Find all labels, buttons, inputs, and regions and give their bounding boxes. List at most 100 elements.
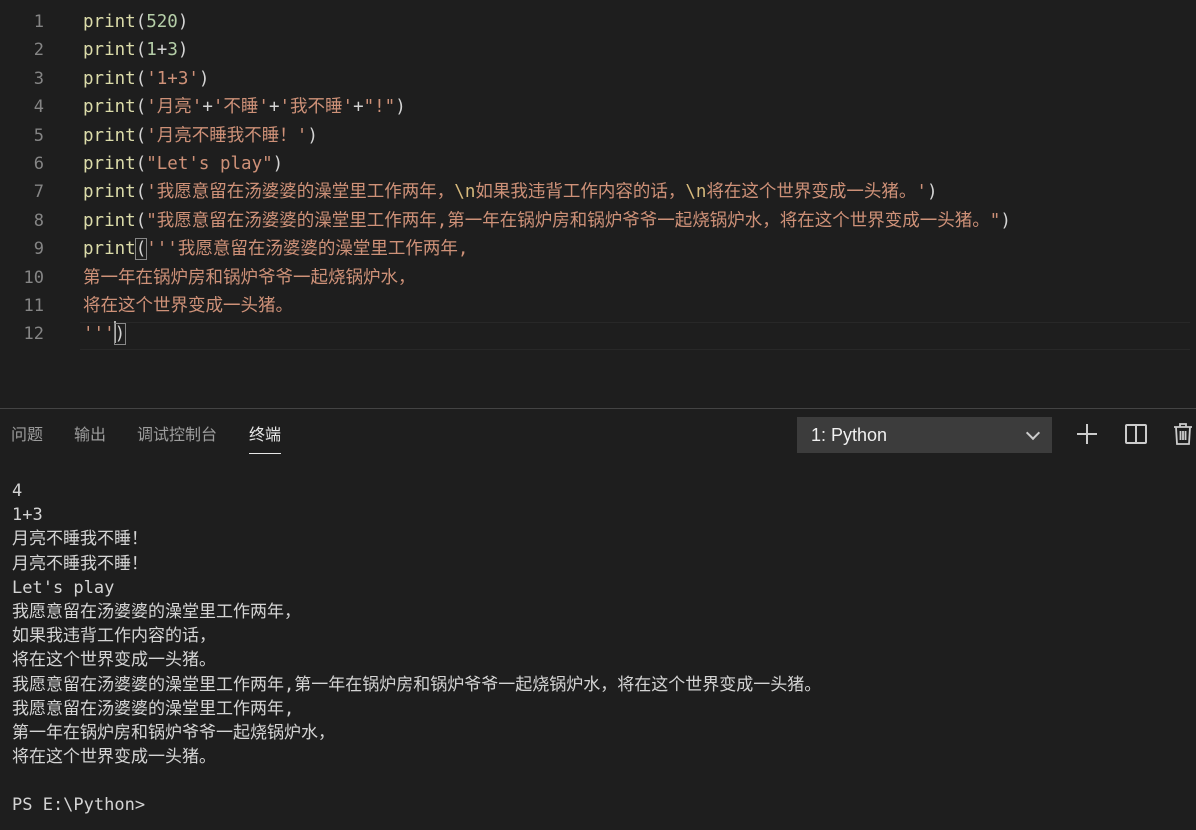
code-token: ( [135,97,147,118]
code-text: 第一年在锅炉房和锅炉爷爷一起烧锅炉水， [83,264,416,292]
code-line[interactable]: 12 ''') [0,320,1196,348]
code-editor[interactable]: 1 print(520) 2 print(1+3) 3 print('1+3') 4 prin… [0,0,1196,408]
code-text: print("Let's play") [83,150,283,178]
code-token: print [83,125,136,146]
code-line[interactable]: 11 将在这个世界变成一头猪。 [0,292,1196,320]
terminal-line: 第一年在锅炉房和锅炉爷爷一起烧锅炉水， [12,722,335,743]
code-text: print('1+3') [83,65,209,93]
line-number: 5 [33,125,44,146]
kill-terminal-icon[interactable] [1170,421,1196,447]
terminal-line: Let's play [12,577,115,598]
terminal-prompt: PS E:\Python> [12,795,146,816]
line-number: 3 [33,68,44,89]
code-token: '月亮不睡我不睡！' [146,125,308,146]
code-token: ( [135,68,147,89]
line-number: 6 [33,154,44,174]
split-terminal-icon[interactable] [1123,421,1149,447]
code-line[interactable]: 7 print('我愿意留在汤婆婆的澡堂里工作两年，\n如果我违背工作内容的话，\… [0,178,1196,206]
line-number: 1 [33,12,44,32]
code-token: ( [135,210,147,231]
code-token: print [83,12,136,32]
code-token: '我愿意留在汤婆婆的澡堂里工作两年， [146,182,455,203]
code-token: print [83,210,136,231]
line-number: 7 [33,182,44,203]
terminal-line: 月亮不睡我不睡！ [12,529,148,550]
code-text: print('月亮不睡我不睡！') [83,122,318,150]
code-line[interactable]: 1 print(520) [0,8,1196,36]
line-number: 9 [33,239,44,260]
code-token: print [83,239,136,260]
line-number: 4 [33,97,44,118]
code-token: 1 [146,40,157,61]
line-number: 12 [23,324,44,345]
line-number: 2 [33,40,44,61]
code-line[interactable]: 5 print('月亮不睡我不睡！') [0,122,1196,150]
code-token: 520 [146,12,178,32]
terminal-select-value: 1: Python [811,425,888,445]
code-token: 将在这个世界变成一头猪。 [83,296,293,316]
code-token: ''' [83,324,115,345]
code-token: 将在这个世界变成一头猪。' [706,182,927,203]
code-token: ( [135,125,147,146]
code-token: '不睡' [212,97,269,118]
code-token: '月亮' [146,97,203,118]
code-token: print [83,97,136,118]
line-number: 11 [23,296,44,316]
terminal-line: 4 [12,481,23,501]
code-line[interactable]: 4 print('月亮'+'不睡'+'我不睡'+"!") [0,93,1196,121]
code-token: "!" [363,97,396,118]
code-token: \n [685,182,707,203]
code-line[interactable]: 10 第一年在锅炉房和锅炉爷爷一起烧锅炉水， [0,264,1196,292]
code-token: ) [307,125,318,146]
line-number: 8 [33,210,44,231]
code-token: ) [1000,210,1011,231]
terminal-output[interactable]: 4 1+3 月亮不睡我不睡！ 月亮不睡我不睡！ Let's play 我愿意留在汤婆婆的澡… [12,479,1192,818]
terminal-line: 我愿意留在汤婆婆的澡堂里工作两年, [12,698,295,719]
code-line[interactable]: 3 print('1+3') [0,65,1196,93]
code-text: print(1+3) [83,36,188,64]
code-token: ( [134,238,148,261]
code-token: ( [135,40,147,61]
code-token: + [268,97,280,118]
code-line[interactable]: 9 print('''我愿意留在汤婆婆的澡堂里工作两年, [0,235,1196,263]
panel-tabs: 问题 输出 调试控制台 终端 [0,409,790,463]
tab-debug-console[interactable]: 调试控制台 [137,424,217,446]
code-text: print('我愿意留在汤婆婆的澡堂里工作两年，\n如果我违背工作内容的话，\n… [83,178,938,206]
code-line[interactable]: 2 print(1+3) [0,36,1196,64]
code-text: ''') [83,320,127,348]
code-token: + [156,40,168,61]
code-token: 第一年在锅炉房和锅炉爷爷一起烧锅炉水， [83,267,416,288]
bottom-panel: 问题 输出 调试控制台 终端 1: Python 4 1+3 月亮不睡我不睡！ 月亮不… [0,408,1196,830]
tab-output[interactable]: 输出 [74,424,106,446]
code-token: ) [198,68,210,89]
code-token: print [83,154,136,174]
code-text: print('月亮'+'不睡'+'我不睡'+"!") [83,93,406,121]
code-token: "我愿意留在汤婆婆的澡堂里工作两年,第一年在锅炉房和锅炉爷爷一起烧锅炉水，将在这… [146,210,1001,231]
code-token: '我不睡' [279,97,354,118]
terminal-line: 将在这个世界变成一头猪。 [12,747,216,768]
new-terminal-icon[interactable] [1074,421,1100,447]
code-token: '1+3' [146,68,199,89]
code-line[interactable]: 8 print("我愿意留在汤婆婆的澡堂里工作两年,第一年在锅炉房和锅炉爷爷一起烧… [0,207,1196,235]
terminal-line: 月亮不睡我不睡！ [12,553,148,574]
code-token: ) [177,12,189,32]
code-text: print('''我愿意留在汤婆婆的澡堂里工作两年, [83,235,468,263]
terminal-line: 我愿意留在汤婆婆的澡堂里工作两年,第一年在锅炉房和锅炉爷爷一起烧锅炉水，将在这个… [12,674,822,695]
code-token: '''我愿意留在汤婆婆的澡堂里工作两年, [146,239,469,260]
code-text: print("我愿意留在汤婆婆的澡堂里工作两年,第一年在锅炉房和锅炉爷爷一起烧锅… [83,207,1011,235]
code-token: 3 [167,40,178,61]
code-token: "Let's play" [146,154,273,174]
code-token: ( [135,154,147,174]
tab-terminal[interactable]: 终端 [249,424,282,454]
code-token: 如果我违背工作内容的话， [475,182,686,203]
code-token: print [83,182,136,203]
tab-problems[interactable]: 问题 [11,424,43,446]
code-text: print(520) [83,8,188,36]
code-token: ( [135,182,147,203]
code-line[interactable]: 6 print("Let's play") [0,150,1196,178]
code-token: print [83,40,136,61]
terminal-line: 如果我违背工作内容的话， [12,626,216,647]
code-token: ) [113,323,127,346]
terminal-select[interactable]: 1: Python [797,417,1052,453]
